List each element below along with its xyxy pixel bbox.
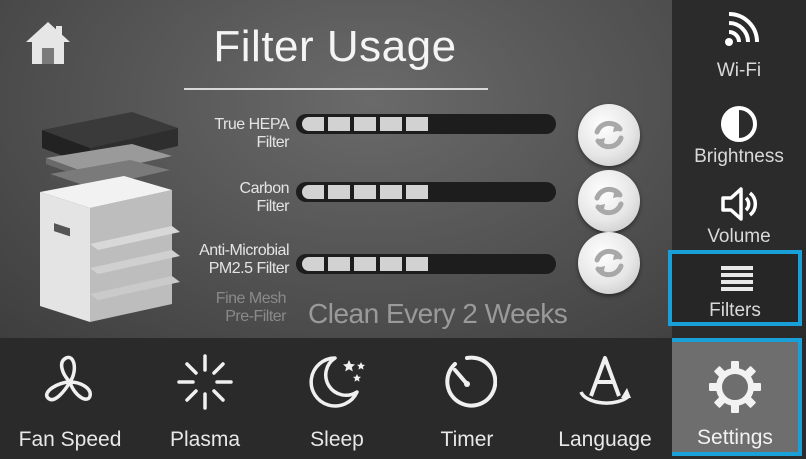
timer-icon (445, 355, 497, 408)
language-button[interactable]: Language (545, 338, 665, 459)
bottom-item-label: Timer (440, 428, 494, 451)
usage-segment (328, 117, 350, 131)
sidebar-item-label: Brightness (694, 146, 784, 167)
prefilter-clean-note: Clean Every 2 Weeks (308, 298, 568, 329)
language-icon (579, 356, 631, 405)
prefilter-label-line1: Fine Mesh (215, 290, 287, 307)
sleep-icon (309, 356, 365, 408)
timer-button[interactable]: Timer (407, 338, 527, 459)
usage-segment (406, 117, 428, 131)
bottom-item-label: Language (558, 428, 652, 451)
sidebar-item-brightness[interactable]: Brightness (672, 104, 806, 184)
sidebar-item-settings[interactable]: Settings (668, 338, 802, 456)
sidebar-item-label: Filters (709, 300, 761, 321)
usage-segment (328, 257, 350, 271)
brightness-icon (721, 106, 757, 142)
fan-speed-button[interactable]: Fan Speed (10, 338, 130, 459)
filter-label-line1: Anti-Microbial (199, 242, 289, 259)
plasma-icon (177, 354, 233, 410)
home-icon[interactable] (22, 18, 74, 70)
sidebar-item-filters[interactable]: Filters (668, 250, 802, 326)
refresh-icon (594, 186, 624, 216)
bottom-item-label: Plasma (169, 428, 241, 451)
filter-usage-bar (296, 114, 556, 134)
usage-segment (406, 185, 428, 199)
usage-segment (354, 257, 376, 271)
sidebar-item-label: Volume (707, 226, 771, 247)
sidebar-item-volume[interactable]: Volume (672, 184, 806, 254)
usage-segment (328, 185, 350, 199)
filter-label-line2: PM2.5 Filter (208, 260, 290, 277)
usage-segment (302, 117, 324, 131)
usage-segment (302, 257, 324, 271)
filter-row-carbon: Carbon Filter (0, 170, 672, 238)
usage-segment (380, 257, 402, 271)
filter-label: True HEPA Filter (159, 116, 289, 152)
filter-label: Anti-Microbial PM2.5 Filter (159, 242, 289, 278)
page-title: Filter Usage (213, 22, 457, 71)
bottom-toolbar: Fan Speed Plasma Sleep Timer Language (0, 338, 672, 459)
usage-segment (406, 257, 428, 271)
usage-segment (380, 185, 402, 199)
refresh-icon (594, 248, 624, 278)
sidebar-item-label: Wi-Fi (716, 60, 762, 81)
filter-label-line2: Filter (256, 134, 289, 151)
title-underline (184, 88, 488, 90)
fan-icon (44, 355, 92, 402)
usage-segment (380, 117, 402, 131)
filter-row-true-hepa: True HEPA Filter (0, 104, 672, 170)
main-panel: Filter Usage True HEPA Filter Carbon Fil… (0, 0, 672, 338)
filter-label-line2: Filter (256, 198, 289, 215)
filter-label-line1: Carbon (239, 180, 290, 197)
gear-icon (709, 361, 761, 413)
usage-segment (354, 185, 376, 199)
reset-filter-button[interactable] (578, 232, 640, 294)
filter-label-line1: True HEPA (214, 116, 289, 133)
filter-usage-screen: Filter Usage True HEPA Filter Carbon Fil… (0, 0, 806, 459)
usage-segment (354, 117, 376, 131)
volume-icon (721, 187, 758, 221)
filter-usage-bar (296, 182, 556, 202)
sidebar-item-label: Settings (697, 426, 773, 449)
reset-filter-button[interactable] (578, 104, 640, 166)
sleep-button[interactable]: Sleep (277, 338, 397, 459)
filters-icon (721, 266, 753, 291)
refresh-icon (594, 120, 624, 150)
usage-segment (302, 185, 324, 199)
wifi-icon (725, 12, 759, 46)
filter-usage-bar (296, 254, 556, 274)
reset-filter-button[interactable] (578, 170, 640, 232)
prefilter-label-line2: Pre-Filter (225, 308, 286, 325)
sidebar-item-wifi[interactable]: Wi-Fi (672, 10, 806, 90)
prefilter-label: Fine Mesh Pre-Filter (152, 290, 287, 326)
bottom-item-label: Fan Speed (18, 428, 122, 451)
filter-label: Carbon Filter (159, 180, 290, 216)
plasma-button[interactable]: Plasma (145, 338, 265, 459)
bottom-item-label: Sleep (310, 428, 364, 451)
